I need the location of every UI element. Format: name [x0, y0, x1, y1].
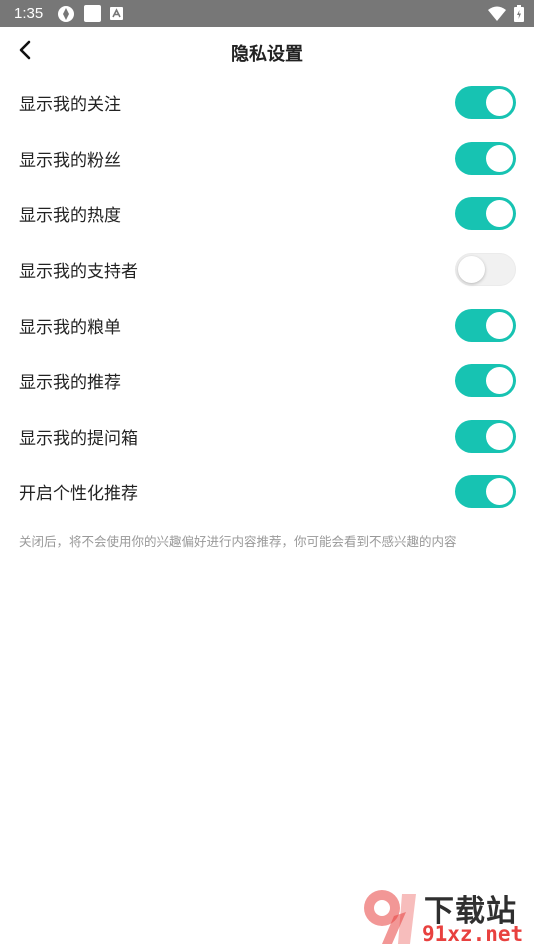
status-system-icons [488, 5, 524, 22]
setting-label: 开启个性化推荐 [19, 484, 138, 505]
toggle-knob [486, 144, 513, 172]
battery-icon [514, 5, 524, 22]
status-notification-icons [57, 5, 124, 23]
sync-icon [57, 5, 75, 23]
toggle-show-food-list[interactable] [455, 308, 516, 342]
setting-row-show-following: 显示我的关注 [0, 75, 534, 131]
toggle-knob [486, 200, 513, 228]
watermark-site-text: 91xz.net [422, 922, 524, 946]
watermark: 下载站 91xz.net [360, 886, 532, 948]
watermark-logo-icon [364, 890, 416, 944]
toggle-show-question-box[interactable] [455, 419, 516, 453]
toggle-knob [486, 422, 513, 450]
toggle-knob [486, 478, 513, 506]
toggle-knob [486, 367, 513, 395]
setting-row-show-question-box: 显示我的提问箱 [0, 409, 534, 465]
setting-label: 显示我的推荐 [19, 373, 121, 394]
toggle-show-following[interactable] [455, 86, 516, 120]
toggle-knob [458, 256, 485, 284]
setting-row-show-supporters: 显示我的支持者 [0, 242, 534, 298]
toggle-knob [486, 311, 513, 339]
status-time: 1:35 [14, 5, 44, 22]
toggle-show-supporters[interactable] [455, 253, 516, 287]
setting-label: 显示我的提问箱 [19, 428, 138, 449]
setting-row-show-recommendations: 显示我的推荐 [0, 353, 534, 409]
header: 隐私设置 [0, 27, 534, 77]
setting-row-show-food-list: 显示我的粮单 [0, 297, 534, 353]
status-bar: 1:35 [0, 0, 534, 27]
toggle-personalized-recommendation[interactable] [455, 475, 516, 509]
setting-label: 显示我的关注 [19, 95, 121, 116]
page-title: 隐私设置 [231, 44, 303, 65]
setting-label: 显示我的粮单 [19, 317, 121, 338]
square-icon [84, 5, 102, 22]
wifi-icon [488, 6, 506, 21]
setting-row-show-heat: 显示我的热度 [0, 186, 534, 242]
toggle-show-recommendations[interactable] [455, 364, 516, 398]
toggle-show-heat[interactable] [455, 197, 516, 231]
settings-list: 显示我的关注 显示我的粉丝 显示我的热度 显示我的支持者 显示我的粮单 显示我的… [0, 75, 534, 520]
setting-label: 显示我的热度 [19, 206, 121, 227]
setting-label: 显示我的支持者 [19, 262, 138, 283]
toggle-knob [486, 89, 513, 117]
a-box-icon [110, 7, 124, 20]
setting-label: 显示我的粉丝 [19, 150, 121, 171]
setting-row-personalized-recommendation: 开启个性化推荐 [0, 464, 534, 520]
privacy-settings-screen: 1:35 隐私设置 显示我的关注 显示我的粉丝 显示我的热度 显示我的支持者 显… [0, 0, 534, 950]
setting-row-show-fans: 显示我的粉丝 [0, 131, 534, 187]
toggle-show-fans[interactable] [455, 141, 516, 175]
personalization-hint: 关闭后，将不会使用你的兴趣偏好进行内容推荐，你可能会看到不感兴趣的内容 [19, 534, 457, 549]
